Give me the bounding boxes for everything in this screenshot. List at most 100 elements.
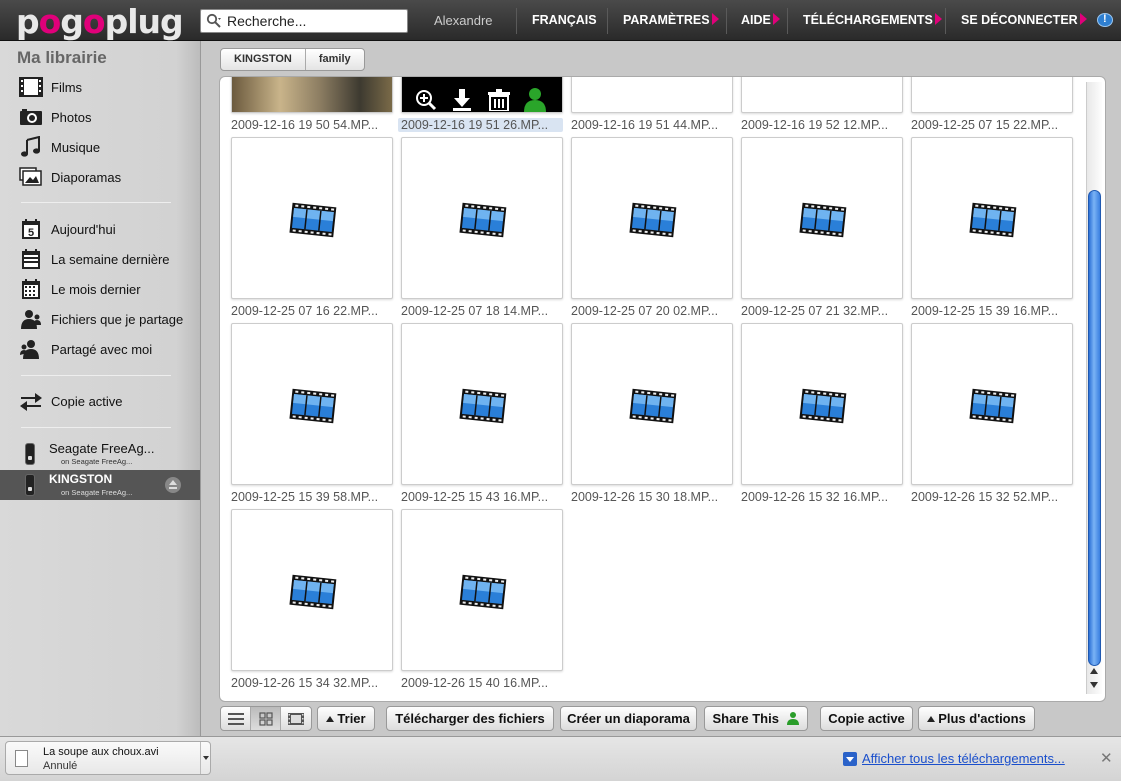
triangle-up-icon bbox=[927, 716, 936, 722]
file-thumbnail[interactable] bbox=[401, 137, 563, 299]
file-thumbnail[interactable] bbox=[401, 509, 563, 671]
nav-help[interactable]: AIDE bbox=[741, 13, 780, 27]
feedback-icon[interactable]: ! bbox=[1097, 13, 1113, 27]
file-thumbnail[interactable] bbox=[741, 137, 903, 299]
sort-button[interactable]: Trier bbox=[317, 706, 375, 731]
video-file-icon bbox=[969, 202, 1017, 238]
eject-icon[interactable] bbox=[165, 477, 181, 493]
file-thumbnail[interactable] bbox=[231, 77, 393, 113]
top-bar: pogoplug Alexandre FRANÇAIS PARAMÈTRES A… bbox=[0, 0, 1121, 41]
download-icon bbox=[843, 751, 857, 766]
file-thumbnail[interactable] bbox=[571, 323, 733, 485]
sidebar-item-active-copy[interactable]: Copie active bbox=[19, 389, 123, 413]
file-thumbnail[interactable] bbox=[741, 323, 903, 485]
user-name[interactable]: Alexandre bbox=[434, 13, 493, 28]
file-thumbnail[interactable] bbox=[231, 509, 393, 671]
create-slideshow-button[interactable]: Créer un diaporama bbox=[560, 706, 697, 731]
file-thumbnail[interactable] bbox=[911, 323, 1073, 485]
pogoplug-logo[interactable]: pogoplug bbox=[16, 2, 184, 41]
share-user-icon bbox=[19, 308, 43, 330]
share-user-green-icon[interactable] bbox=[523, 87, 547, 112]
sidebar-item-slideshows[interactable]: Diaporamas bbox=[19, 165, 121, 189]
sidebar-item-my-shares[interactable]: Fichiers que je partage bbox=[19, 307, 183, 331]
scrollbar[interactable] bbox=[1086, 82, 1102, 694]
file-thumbnail[interactable] bbox=[911, 77, 1073, 113]
nav-separator bbox=[787, 8, 788, 34]
breadcrumb-item[interactable]: family bbox=[304, 49, 364, 70]
download-item[interactable]: La soupe aux choux.avi Annulé bbox=[5, 741, 211, 775]
file-thumbnail[interactable] bbox=[741, 77, 903, 113]
file-thumbnail[interactable] bbox=[401, 77, 563, 113]
file-thumbnail[interactable] bbox=[401, 323, 563, 485]
list-view-button[interactable] bbox=[221, 707, 251, 730]
file-thumbnail[interactable] bbox=[571, 77, 733, 113]
nav-downloads[interactable]: TÉLÉCHARGEMENTS bbox=[803, 13, 942, 27]
nav-separator bbox=[945, 8, 946, 34]
sidebar-item-films[interactable]: Films bbox=[19, 75, 82, 99]
scroll-down-arrow-icon[interactable] bbox=[1090, 682, 1098, 688]
grid-view-button[interactable] bbox=[251, 707, 281, 730]
search-icon bbox=[206, 13, 221, 28]
triangle-up-icon bbox=[326, 716, 335, 722]
file-name: 2009-12-25 07 16 22.MP... bbox=[231, 304, 379, 318]
download-files-button[interactable]: Télécharger des fichiers bbox=[386, 706, 554, 731]
more-actions-button[interactable]: Plus d'actions bbox=[918, 706, 1035, 731]
search-input[interactable] bbox=[227, 12, 403, 30]
share-button[interactable]: Share This bbox=[704, 706, 808, 731]
usb-drive-icon bbox=[25, 474, 35, 496]
music-note-icon bbox=[19, 136, 43, 158]
view-toggle bbox=[220, 706, 312, 731]
scrollbar-thumb[interactable] bbox=[1088, 190, 1101, 666]
file-icon bbox=[15, 750, 28, 767]
file-thumbnail[interactable] bbox=[231, 323, 393, 485]
sidebar-divider bbox=[21, 427, 171, 428]
sidebar-item-shared-with-me[interactable]: Partagé avec moi bbox=[19, 337, 152, 361]
video-file-icon bbox=[629, 202, 677, 238]
sidebar: Ma librairie Films Photos Musique Diapor… bbox=[0, 41, 201, 736]
photo-preview bbox=[232, 77, 392, 112]
nav-separator bbox=[516, 8, 517, 34]
download-menu-arrow-icon[interactable] bbox=[200, 742, 211, 774]
trash-icon[interactable] bbox=[487, 89, 511, 111]
file-thumbnail[interactable] bbox=[911, 137, 1073, 299]
video-file-icon bbox=[459, 388, 507, 424]
filmstrip-view-button[interactable] bbox=[281, 707, 311, 730]
sidebar-item-last-week[interactable]: La semaine dernière bbox=[19, 247, 170, 271]
sidebar-divider bbox=[21, 375, 171, 376]
download-bar: La soupe aux choux.avi Annulé Afficher t… bbox=[0, 736, 1121, 781]
sidebar-item-last-month[interactable]: Le mois dernier bbox=[19, 277, 141, 301]
sidebar-item-music[interactable]: Musique bbox=[19, 135, 100, 159]
download-icon[interactable] bbox=[452, 89, 472, 111]
file-thumbnail[interactable] bbox=[231, 137, 393, 299]
sidebar-item-photos[interactable]: Photos bbox=[19, 105, 91, 129]
breadcrumb-item[interactable]: KINGSTON bbox=[221, 49, 305, 70]
file-name: 2009-12-25 15 39 16.MP... bbox=[911, 304, 1059, 318]
zoom-icon[interactable] bbox=[415, 89, 437, 111]
svg-text:5: 5 bbox=[28, 227, 34, 239]
sync-arrows-icon bbox=[19, 390, 43, 412]
scroll-up-arrow-icon[interactable] bbox=[1090, 668, 1098, 674]
device-kingston[interactable]: KINGSTON on Seagate FreeAg... bbox=[0, 470, 200, 500]
video-file-icon bbox=[459, 202, 507, 238]
arrow-right-icon bbox=[934, 13, 942, 25]
close-icon[interactable]: ✕ bbox=[1100, 749, 1113, 767]
file-name: 2009-12-26 15 32 52.MP... bbox=[911, 490, 1059, 504]
video-file-icon bbox=[799, 202, 847, 238]
nav-logout[interactable]: SE DÉCONNECTER bbox=[961, 13, 1087, 27]
device-seagate[interactable]: Seagate FreeAg... on Seagate FreeAg... bbox=[0, 439, 200, 469]
slideshow-icon bbox=[19, 166, 43, 188]
show-all-downloads-link[interactable]: Afficher tous les téléchargements... bbox=[843, 751, 1065, 766]
nav-settings[interactable]: PARAMÈTRES bbox=[623, 13, 719, 27]
camera-icon bbox=[19, 106, 43, 128]
file-thumbnail[interactable] bbox=[571, 137, 733, 299]
nav-separator bbox=[607, 8, 608, 34]
breadcrumb: KINGSTON family bbox=[220, 48, 365, 71]
nav-language[interactable]: FRANÇAIS bbox=[532, 13, 597, 27]
grid-icon bbox=[258, 711, 273, 726]
active-copy-button[interactable]: Copie active bbox=[820, 706, 913, 731]
video-file-icon bbox=[289, 388, 337, 424]
calendar-day-icon: 5 bbox=[19, 218, 43, 240]
file-name: 2009-12-25 15 39 58.MP... bbox=[231, 490, 379, 504]
arrow-right-icon bbox=[772, 13, 780, 25]
sidebar-item-today[interactable]: 5 Aujourd'hui bbox=[19, 217, 116, 241]
